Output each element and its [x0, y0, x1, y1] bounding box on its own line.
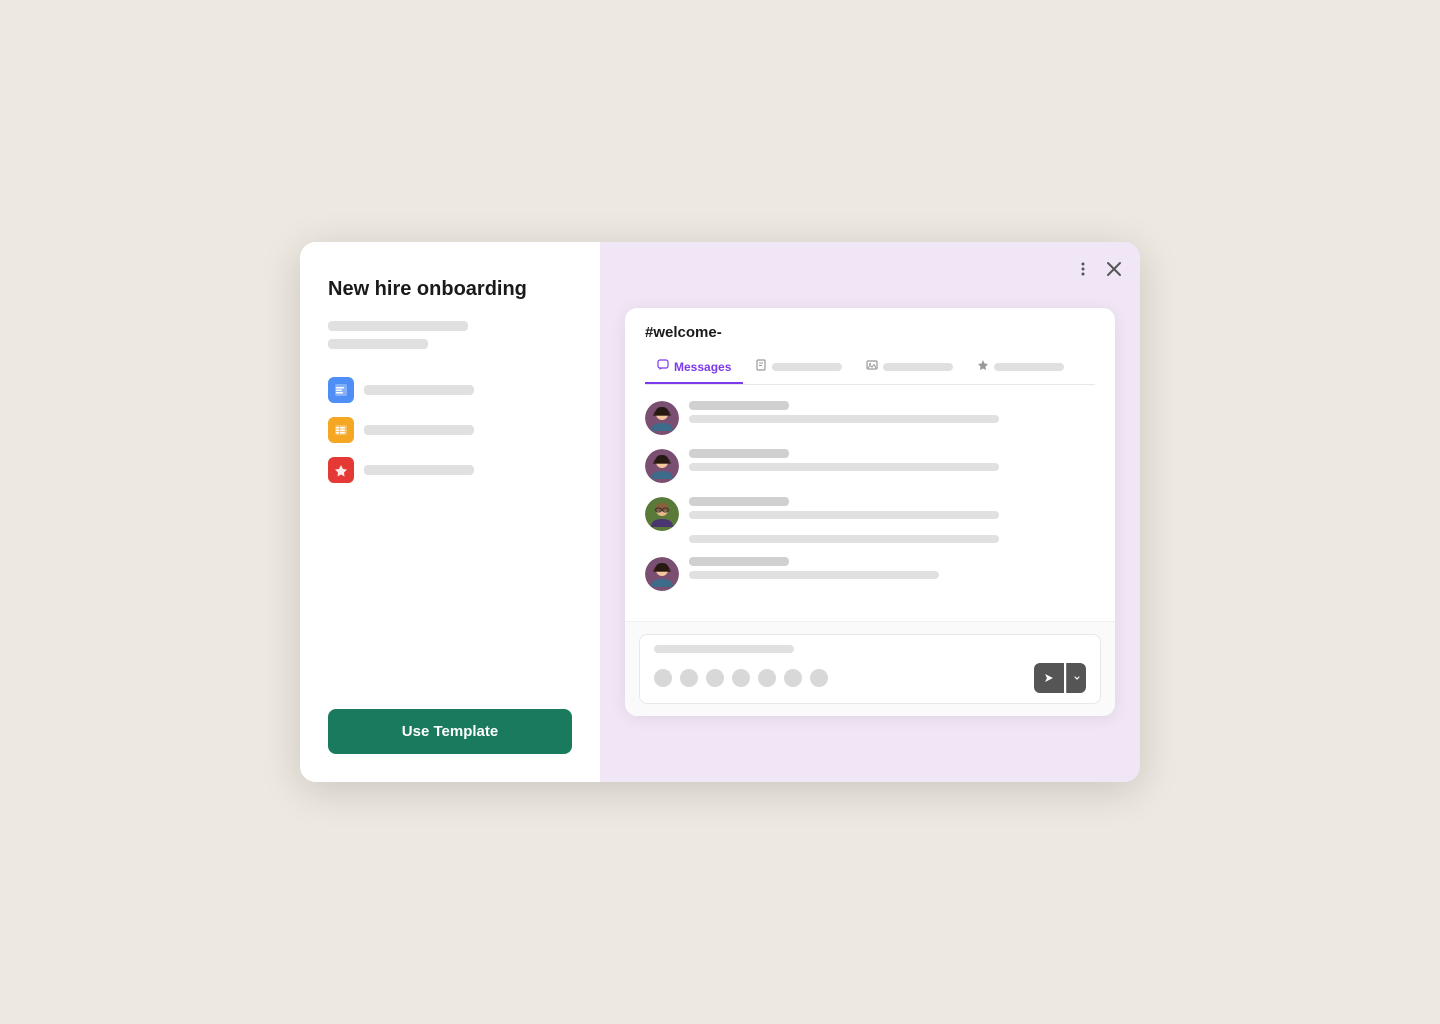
- input-bottom-row: [654, 663, 1086, 693]
- toolbar-icon-7[interactable]: [810, 669, 828, 687]
- message-input[interactable]: [639, 634, 1101, 704]
- message-content-1: [689, 401, 1095, 435]
- feature-text-2: [364, 425, 474, 435]
- toolbar-icon-5[interactable]: [758, 669, 776, 687]
- feature-item-1: [328, 377, 572, 403]
- tab3-skeleton: [883, 363, 953, 371]
- messages-tab-label: Messages: [674, 360, 731, 374]
- message-row-1: [645, 401, 1095, 435]
- tab3-icon: [866, 359, 878, 374]
- modal-container: New hire onboarding: [300, 242, 1140, 782]
- msg-title-1: [689, 401, 789, 410]
- avatar-1: [645, 401, 679, 435]
- message-content-2: [689, 449, 1095, 483]
- tab-2[interactable]: [743, 351, 854, 384]
- msg-body-1: [689, 415, 999, 423]
- use-template-button[interactable]: Use Template: [328, 709, 572, 754]
- panel-title: New hire onboarding: [328, 278, 572, 301]
- message-content-3: [689, 497, 1095, 543]
- messages-tab-icon: [657, 359, 669, 374]
- msg-body-3b: [689, 535, 999, 543]
- feature-icon-2: [328, 417, 354, 443]
- desc-skeleton-line-2: [328, 339, 428, 349]
- formatting-toolbar: [654, 669, 828, 687]
- tabs-bar: Messages: [645, 351, 1095, 385]
- msg-title-4: [689, 557, 789, 566]
- channel-name: #welcome-: [645, 324, 1095, 341]
- msg-gap-3: [689, 524, 1095, 530]
- chat-window: #welcome- Messages: [625, 308, 1115, 716]
- avatar-4: [645, 557, 679, 591]
- avatar-3: [645, 497, 679, 531]
- msg-body-2: [689, 463, 999, 471]
- description-skeleton: [328, 321, 572, 349]
- toolbar-icon-2[interactable]: [680, 669, 698, 687]
- tab-4[interactable]: [965, 351, 1076, 384]
- toolbar-icon-4[interactable]: [732, 669, 750, 687]
- tab-messages[interactable]: Messages: [645, 351, 743, 384]
- message-row-2: [645, 449, 1095, 483]
- toolbar-icon-1[interactable]: [654, 669, 672, 687]
- tab2-icon: [755, 359, 767, 374]
- feature-item-3: [328, 457, 572, 483]
- chat-input-area[interactable]: [625, 621, 1115, 716]
- send-button[interactable]: [1034, 663, 1064, 693]
- message-content-4: [689, 557, 1095, 591]
- top-icons: [1074, 260, 1122, 278]
- left-panel: New hire onboarding: [300, 242, 600, 782]
- toolbar-icon-6[interactable]: [784, 669, 802, 687]
- chat-messages: [625, 385, 1115, 621]
- send-dropdown-button[interactable]: [1066, 663, 1086, 693]
- message-row-4: [645, 557, 1095, 591]
- chat-header: #welcome- Messages: [625, 308, 1115, 385]
- msg-body-4: [689, 571, 939, 579]
- tab4-icon: [977, 359, 989, 374]
- tab-3[interactable]: [854, 351, 965, 384]
- feature-item-2: [328, 417, 572, 443]
- feature-text-3: [364, 465, 474, 475]
- right-panel: #welcome- Messages: [600, 242, 1140, 782]
- msg-title-2: [689, 449, 789, 458]
- close-button[interactable]: [1106, 261, 1122, 277]
- feature-icon-1: [328, 377, 354, 403]
- avatar-2: [645, 449, 679, 483]
- more-options-button[interactable]: [1074, 260, 1092, 278]
- toolbar-icon-3[interactable]: [706, 669, 724, 687]
- send-button-group: [1034, 663, 1086, 693]
- tab2-skeleton: [772, 363, 842, 371]
- feature-icon-3: [328, 457, 354, 483]
- msg-body-3a: [689, 511, 999, 519]
- tab4-skeleton: [994, 363, 1064, 371]
- msg-title-3: [689, 497, 789, 506]
- input-skeleton-text: [654, 645, 794, 653]
- desc-skeleton-line-1: [328, 321, 468, 331]
- message-row-3: [645, 497, 1095, 543]
- feature-text-1: [364, 385, 474, 395]
